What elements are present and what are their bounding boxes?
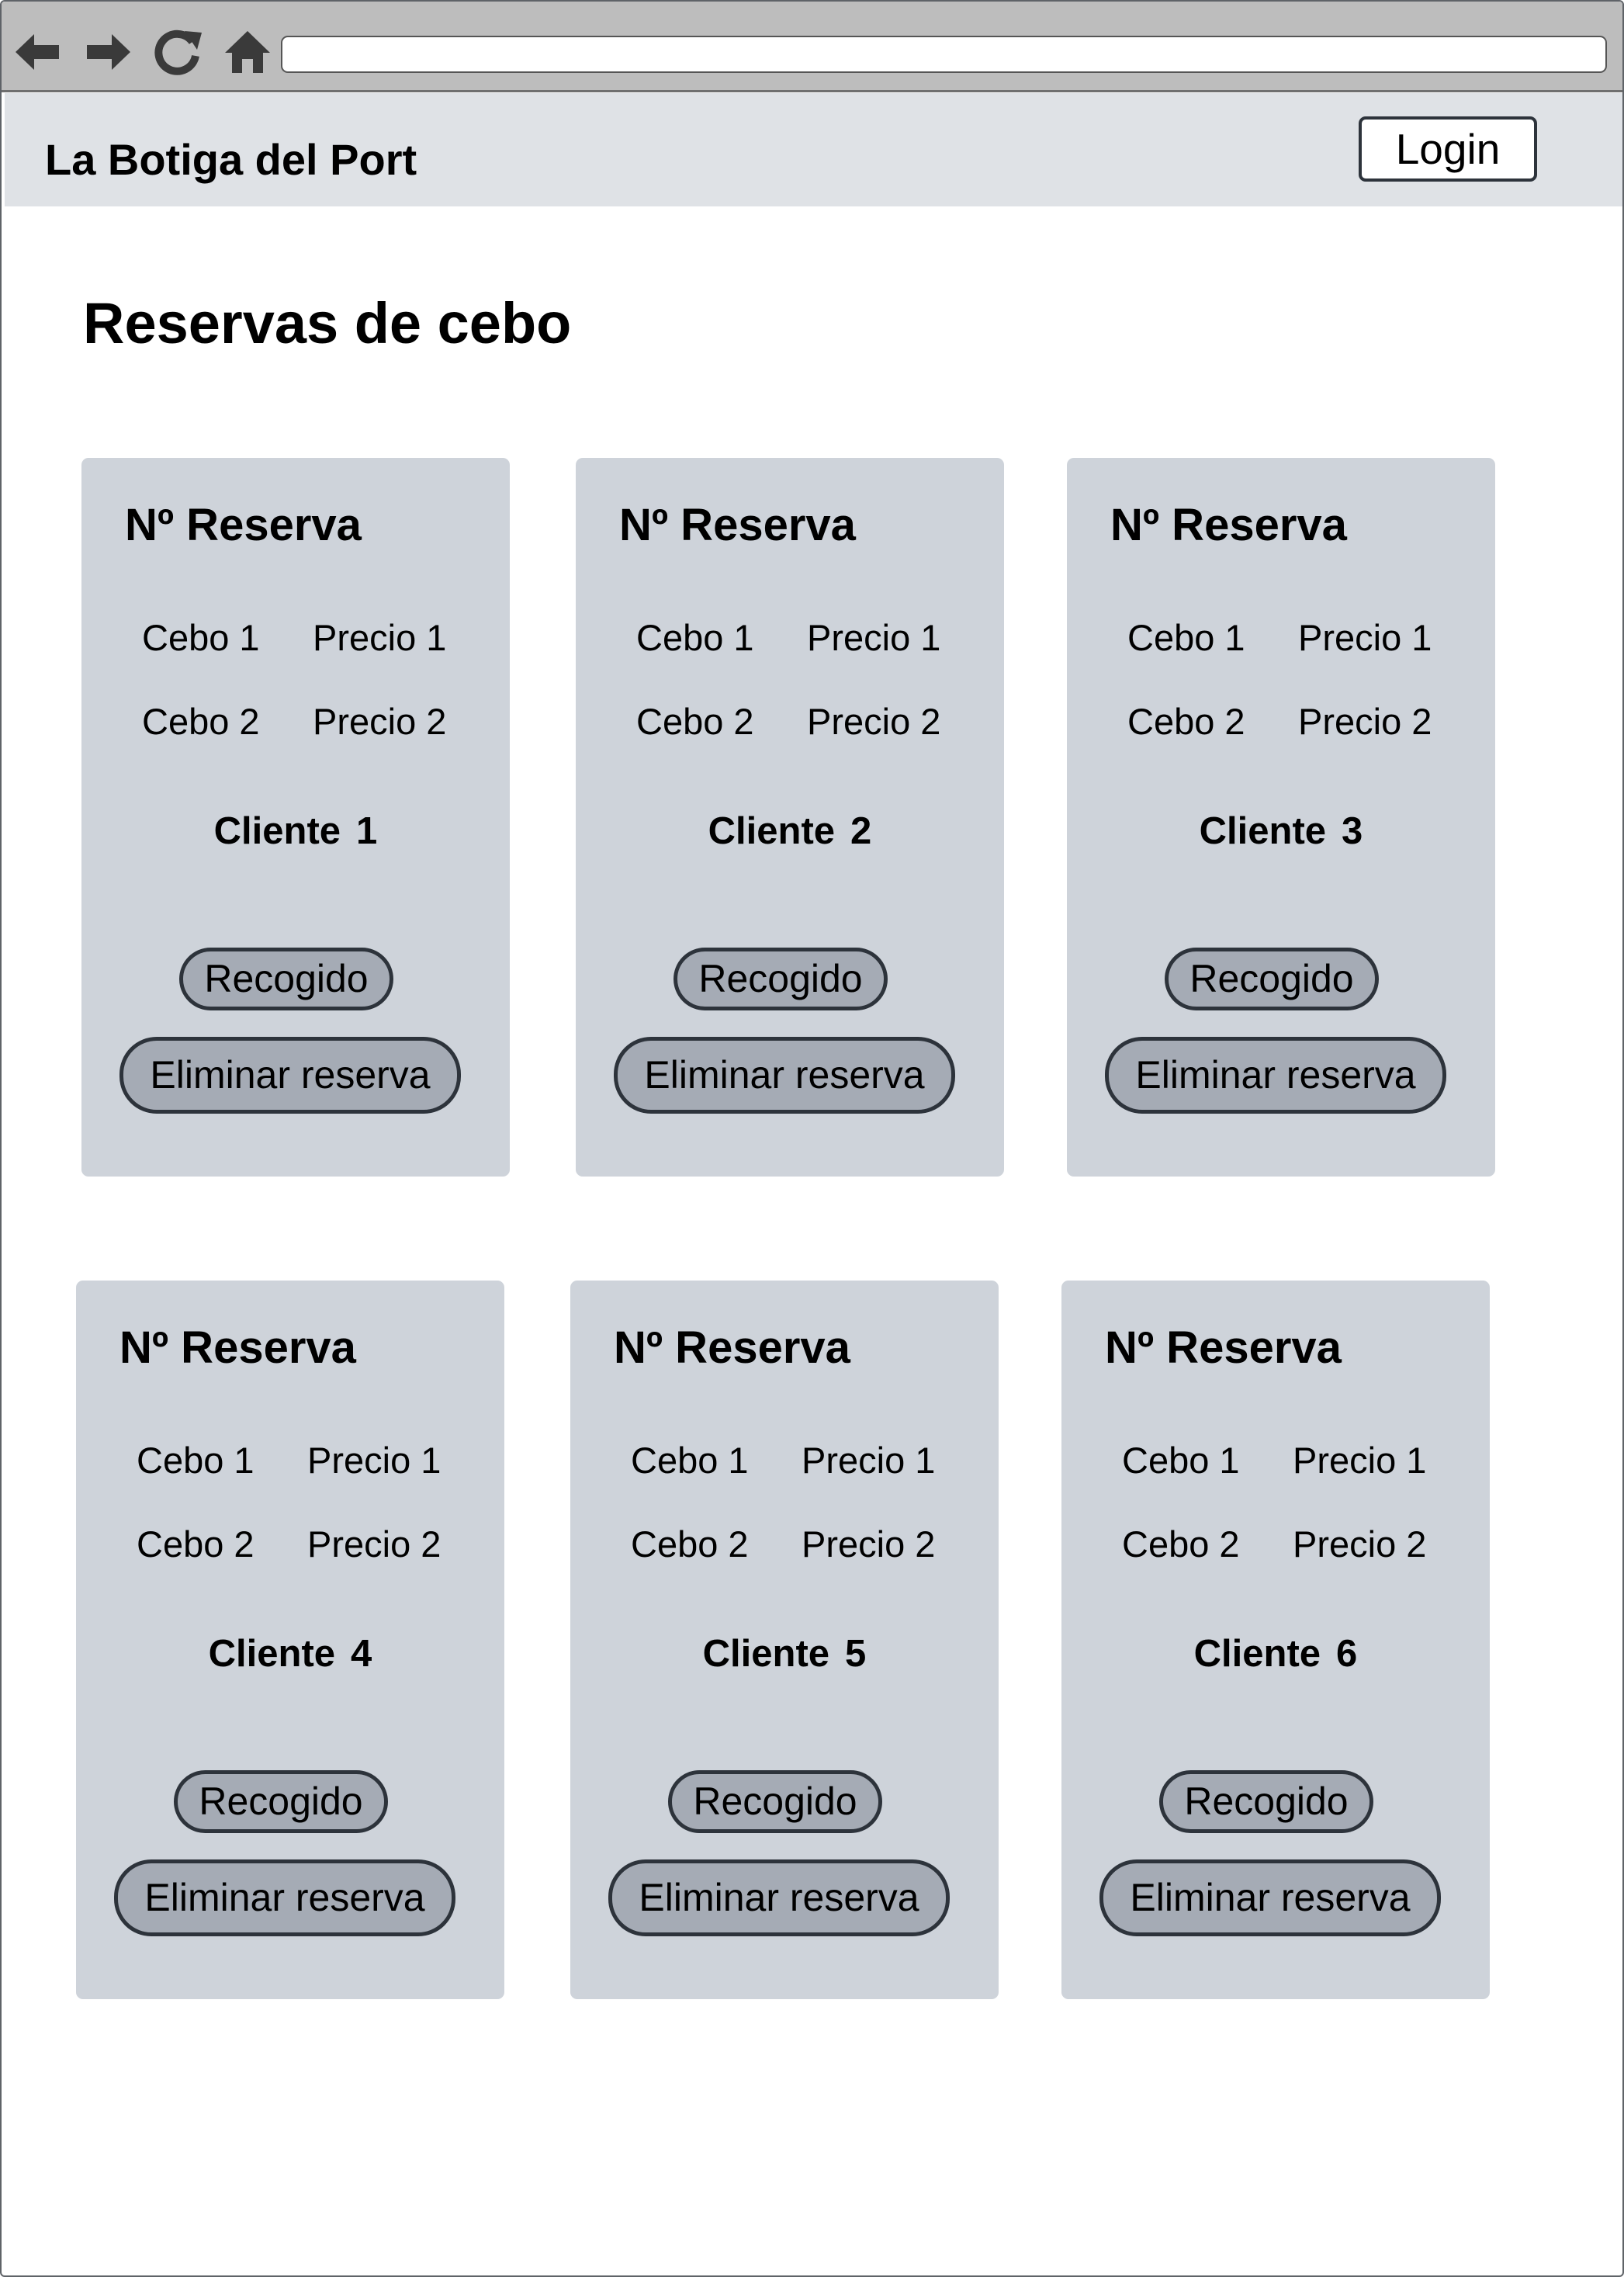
bait-item-row: Cebo 1 Precio 1 [1067, 615, 1495, 661]
bait-name: Cebo 2 [636, 701, 754, 742]
reservation-card: Nº Reserva Cebo 1 Precio 1 Cebo 2 Precio… [576, 458, 1004, 1177]
reservation-number-title: Nº Reserva [1110, 500, 1347, 550]
client-number: 4 [351, 1633, 372, 1675]
client-number: 1 [356, 810, 378, 852]
bait-price: Precio 1 [802, 1440, 936, 1481]
delete-reservation-button[interactable]: Eliminar reserva [1105, 1037, 1446, 1114]
reservation-number-title: Nº Reserva [119, 1322, 356, 1373]
bait-item-row: Cebo 2 Precio 2 [1061, 1521, 1490, 1568]
delete-reservation-button[interactable]: Eliminar reserva [114, 1859, 455, 1936]
bait-price: Precio 2 [307, 1523, 441, 1565]
client-number: 5 [845, 1633, 867, 1675]
delete-reservation-button[interactable]: Eliminar reserva [1099, 1859, 1441, 1936]
bait-item-row: Cebo 2 Precio 2 [570, 1521, 999, 1568]
bait-price: Precio 1 [807, 617, 941, 658]
reservation-card: Nº Reserva Cebo 1 Precio 1 Cebo 2 Precio… [1067, 458, 1495, 1177]
bait-price: Precio 1 [307, 1440, 441, 1481]
client-label: Cliente 6 [1061, 1631, 1490, 1677]
collected-button[interactable]: Recogido [174, 1770, 388, 1833]
client-label: Cliente 4 [76, 1631, 504, 1677]
collected-button[interactable]: Recogido [1165, 948, 1379, 1010]
bait-price: Precio 2 [313, 701, 447, 742]
bait-price: Precio 2 [1293, 1523, 1427, 1565]
client-label: Cliente 2 [576, 809, 1004, 854]
collected-button[interactable]: Recogido [179, 948, 393, 1010]
bait-item-row: Cebo 1 Precio 1 [576, 615, 1004, 661]
client-number: 2 [850, 810, 872, 852]
delete-reservation-button[interactable]: Eliminar reserva [614, 1037, 955, 1114]
collected-button[interactable]: Recogido [1159, 1770, 1373, 1833]
reservation-number-title: Nº Reserva [619, 500, 856, 550]
reservation-card: Nº Reserva Cebo 1 Precio 1 Cebo 2 Precio… [570, 1281, 999, 1999]
reservation-number-title: Nº Reserva [125, 500, 362, 550]
client-label: Cliente 3 [1067, 809, 1495, 854]
site-header: La Botiga del Port Login [5, 93, 1622, 206]
reservation-card: Nº Reserva Cebo 1 Precio 1 Cebo 2 Precio… [81, 458, 510, 1177]
bait-name: Cebo 1 [1122, 1440, 1240, 1481]
reload-icon[interactable] [151, 25, 205, 79]
bait-name: Cebo 1 [137, 1440, 255, 1481]
bait-name: Cebo 1 [1127, 617, 1245, 658]
bait-name: Cebo 1 [142, 617, 260, 658]
forward-arrow-icon[interactable] [81, 25, 135, 79]
home-icon[interactable] [220, 25, 275, 79]
back-arrow-icon[interactable] [11, 25, 65, 79]
bait-price: Precio 1 [1293, 1440, 1427, 1481]
bait-name: Cebo 1 [631, 1440, 749, 1481]
collected-button[interactable]: Recogido [668, 1770, 882, 1833]
client-number: 6 [1336, 1633, 1358, 1675]
delete-reservation-button[interactable]: Eliminar reserva [119, 1037, 461, 1114]
collected-button[interactable]: Recogido [673, 948, 888, 1010]
bait-item-row: Cebo 1 Precio 1 [570, 1437, 999, 1484]
client-label: Cliente 5 [570, 1631, 999, 1677]
client-number: 3 [1342, 810, 1363, 852]
bait-price: Precio 1 [313, 617, 447, 658]
delete-reservation-button[interactable]: Eliminar reserva [608, 1859, 950, 1936]
client-label-text: Cliente [213, 810, 341, 852]
browser-window: La Botiga del Port Login Reservas de ceb… [0, 0, 1624, 2277]
bait-price: Precio 2 [1298, 701, 1432, 742]
login-button[interactable]: Login [1359, 116, 1537, 182]
page-title: Reservas de cebo [83, 291, 572, 355]
bait-item-row: Cebo 1 Precio 1 [81, 615, 510, 661]
bait-item-row: Cebo 2 Precio 2 [1067, 698, 1495, 745]
client-label-text: Cliente [702, 1633, 830, 1675]
bait-name: Cebo 1 [636, 617, 754, 658]
bait-name: Cebo 2 [1122, 1523, 1240, 1565]
bait-price: Precio 2 [802, 1523, 936, 1565]
address-bar[interactable] [281, 36, 1607, 73]
bait-price: Precio 1 [1298, 617, 1432, 658]
bait-item-row: Cebo 2 Precio 2 [76, 1521, 504, 1568]
bait-name: Cebo 2 [142, 701, 260, 742]
client-label: Cliente 1 [81, 809, 510, 854]
client-label-text: Cliente [1193, 1633, 1321, 1675]
browser-toolbar [2, 2, 1622, 92]
bait-price: Precio 2 [807, 701, 941, 742]
client-label-text: Cliente [1199, 810, 1327, 852]
bait-name: Cebo 2 [137, 1523, 255, 1565]
bait-name: Cebo 2 [1127, 701, 1245, 742]
bait-name: Cebo 2 [631, 1523, 749, 1565]
client-label-text: Cliente [208, 1633, 336, 1675]
reservation-number-title: Nº Reserva [614, 1322, 850, 1373]
bait-item-row: Cebo 2 Precio 2 [576, 698, 1004, 745]
client-label-text: Cliente [708, 810, 836, 852]
reservation-card: Nº Reserva Cebo 1 Precio 1 Cebo 2 Precio… [76, 1281, 504, 1999]
bait-item-row: Cebo 1 Precio 1 [1061, 1437, 1490, 1484]
brand-title: La Botiga del Port [45, 135, 417, 184]
bait-item-row: Cebo 1 Precio 1 [76, 1437, 504, 1484]
reservation-card: Nº Reserva Cebo 1 Precio 1 Cebo 2 Precio… [1061, 1281, 1490, 1999]
reservation-number-title: Nº Reserva [1105, 1322, 1342, 1373]
bait-item-row: Cebo 2 Precio 2 [81, 698, 510, 745]
